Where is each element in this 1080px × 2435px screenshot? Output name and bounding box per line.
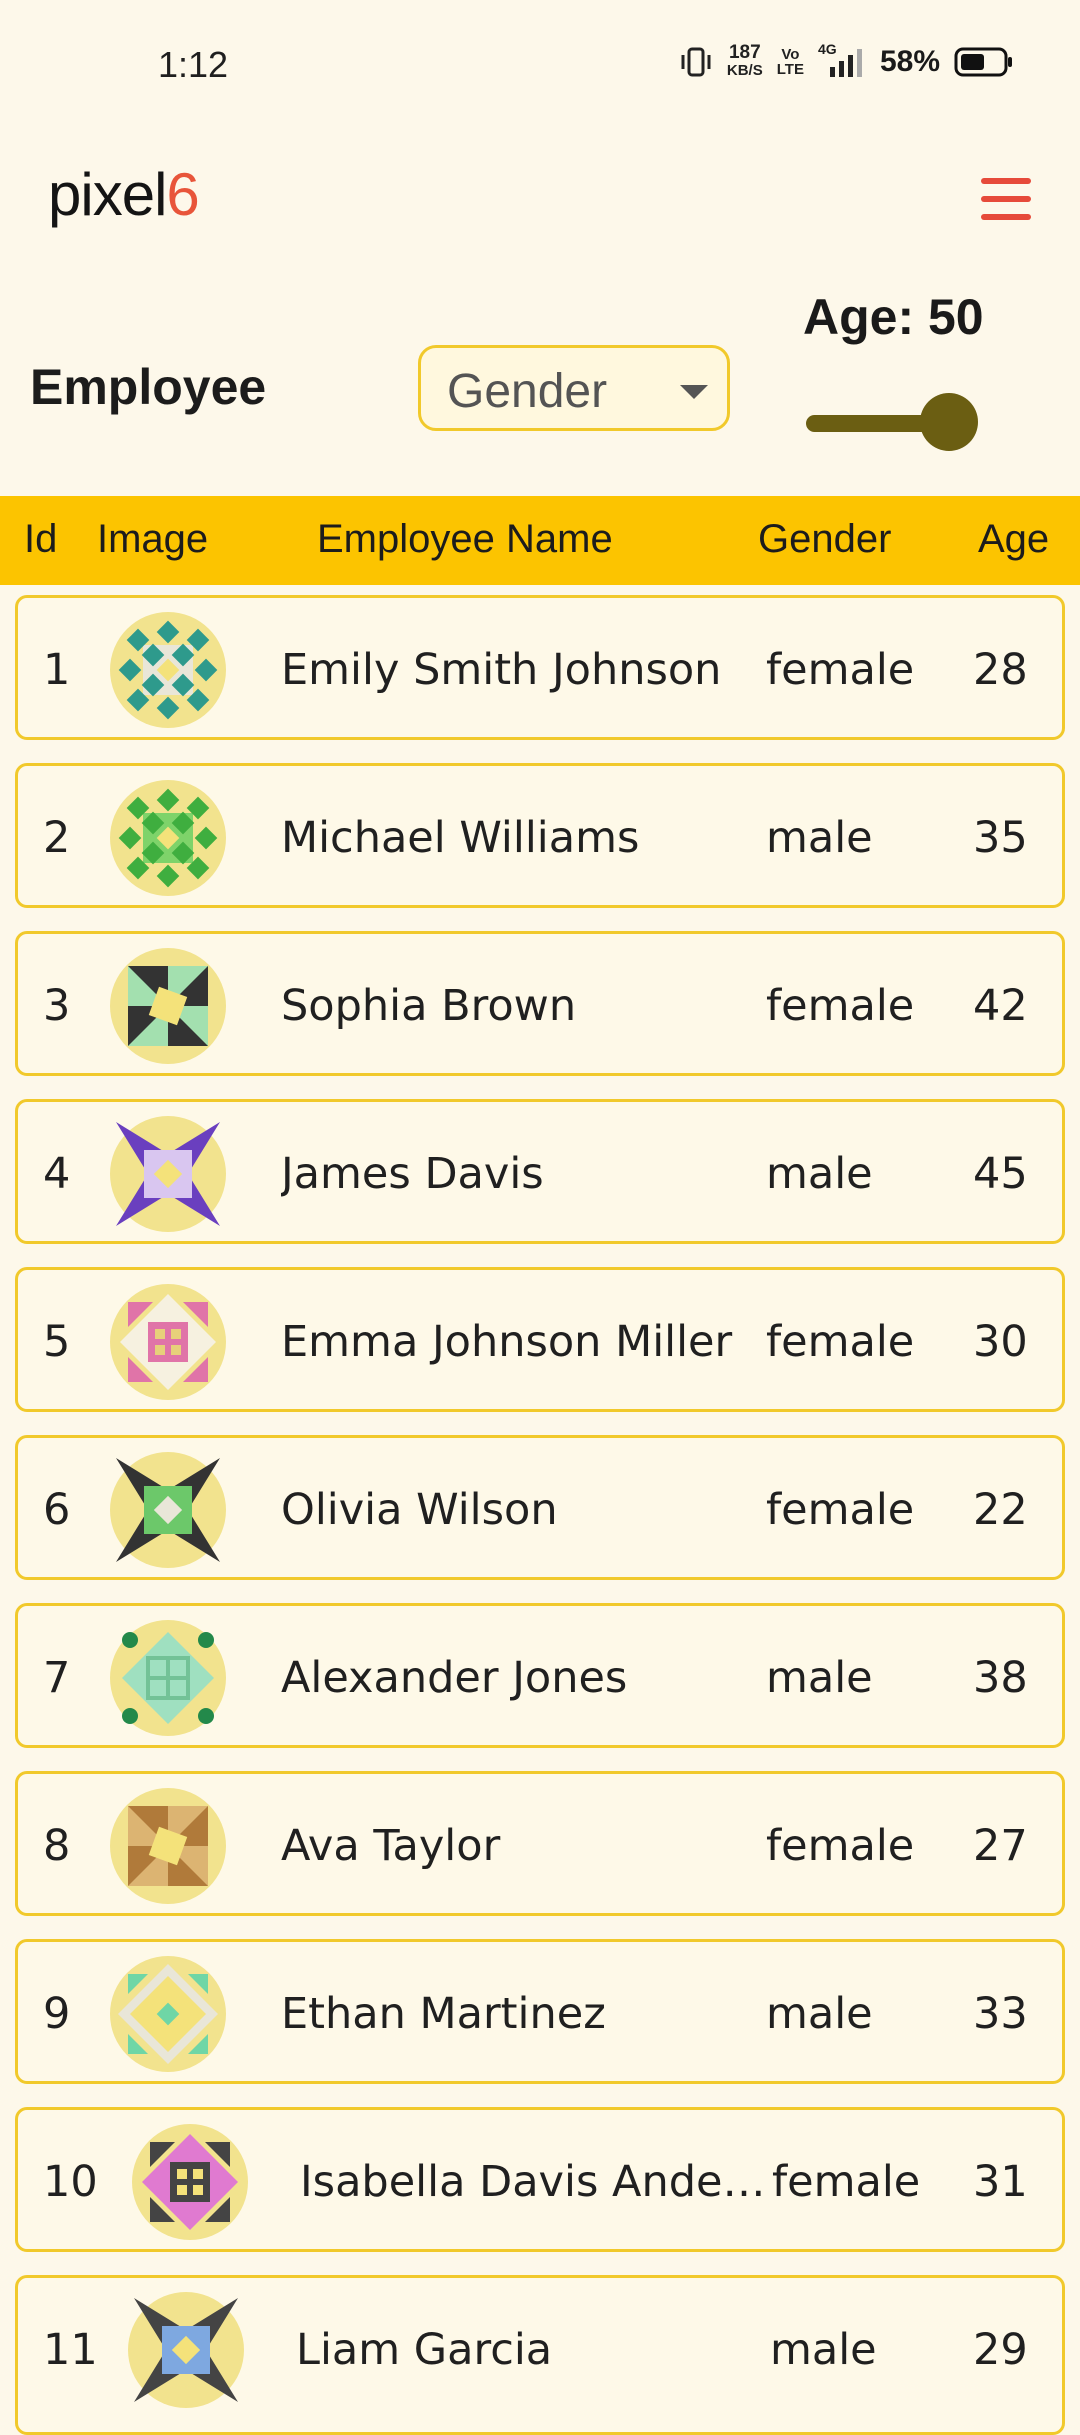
avatar bbox=[108, 1282, 228, 1402]
table-row[interactable]: 11 Liam Garcia male 29 bbox=[15, 2275, 1065, 2435]
row-age: 31 bbox=[973, 2157, 1028, 2207]
row-gender: female bbox=[766, 981, 915, 1031]
row-gender: female bbox=[766, 645, 915, 695]
row-employee-name: Isabella Davis Anderson bbox=[300, 2157, 770, 2207]
row-id: 11 bbox=[43, 2325, 98, 2375]
row-gender: male bbox=[766, 813, 873, 863]
row-id: 10 bbox=[43, 2157, 98, 2207]
row-age: 22 bbox=[973, 1485, 1028, 1535]
row-employee-name: Alexander Jones bbox=[281, 1653, 628, 1703]
row-id: 9 bbox=[43, 1989, 71, 2039]
row-gender: female bbox=[766, 1317, 915, 1367]
table-row[interactable]: 2 Michael Williams male 35 bbox=[15, 763, 1065, 908]
row-age: 28 bbox=[973, 645, 1028, 695]
slider-thumb[interactable] bbox=[920, 393, 978, 451]
column-header-gender: Gender bbox=[758, 517, 892, 561]
row-employee-name: Emma Johnson Miller bbox=[281, 1317, 733, 1367]
page-title: Employee bbox=[30, 359, 267, 415]
age-label: Age: 50 bbox=[803, 289, 984, 345]
row-gender: female bbox=[766, 1821, 915, 1871]
row-id: 7 bbox=[43, 1653, 71, 1703]
row-id: 1 bbox=[43, 645, 71, 695]
avatar bbox=[108, 1114, 228, 1234]
table-row[interactable]: 5 Emma Johnson Miller female 30 bbox=[15, 1267, 1065, 1412]
row-gender: female bbox=[766, 1485, 915, 1535]
column-header-age: Age bbox=[978, 517, 1050, 561]
row-employee-name: Ethan Martinez bbox=[281, 1989, 606, 2039]
table-row[interactable]: 1 Emily Smith Johnson female 28 bbox=[15, 595, 1065, 740]
row-gender: male bbox=[766, 1149, 873, 1199]
row-gender: male bbox=[766, 1653, 873, 1703]
row-age: 27 bbox=[973, 1821, 1028, 1871]
row-employee-name: Liam Garcia bbox=[296, 2325, 553, 2375]
status-icons: 187 KB/S Vo LTE 4G 58% bbox=[679, 41, 1014, 80]
net-speed: 187 KB/S bbox=[726, 42, 763, 79]
row-gender: male bbox=[770, 2325, 877, 2375]
avatar bbox=[108, 1450, 228, 1570]
avatar bbox=[108, 1618, 228, 1738]
row-employee-name: Michael Williams bbox=[281, 813, 640, 863]
table-row[interactable]: 7 Alexander Jones male 38 bbox=[15, 1603, 1065, 1748]
row-id: 8 bbox=[43, 1821, 71, 1871]
row-age: 38 bbox=[973, 1653, 1028, 1703]
column-header-id: Id bbox=[24, 517, 58, 561]
age-slider[interactable] bbox=[806, 393, 978, 453]
volte-indicator: Vo LTE bbox=[776, 46, 804, 78]
row-age: 35 bbox=[973, 813, 1028, 863]
table-row[interactable]: 10 Isabella Davis Anderson female 31 bbox=[15, 2107, 1065, 2252]
gender-dropdown-value: Gender bbox=[447, 365, 608, 418]
row-id: 5 bbox=[43, 1317, 71, 1367]
battery-icon bbox=[954, 46, 1014, 78]
avatar bbox=[108, 946, 228, 1066]
dropdown-caret-icon bbox=[680, 385, 708, 399]
status-bar: 1:12 187 KB/S Vo LTE 4G 58% bbox=[0, 0, 1080, 135]
avatar bbox=[108, 778, 228, 898]
signal-icon: 4G bbox=[818, 41, 866, 79]
table-row[interactable]: 6 Olivia Wilson female 22 bbox=[15, 1435, 1065, 1580]
row-id: 4 bbox=[43, 1149, 71, 1199]
column-header-image: Image bbox=[97, 517, 209, 561]
row-age: 42 bbox=[973, 981, 1028, 1031]
row-id: 6 bbox=[43, 1485, 71, 1535]
hamburger-menu-icon[interactable] bbox=[975, 174, 1037, 226]
table-row[interactable]: 4 James Davis male 45 bbox=[15, 1099, 1065, 1244]
avatar bbox=[108, 610, 228, 730]
row-employee-name: Ava Taylor bbox=[281, 1821, 501, 1871]
table-row[interactable]: 8 Ava Taylor female 27 bbox=[15, 1771, 1065, 1916]
avatar bbox=[108, 1786, 228, 1906]
row-id: 3 bbox=[43, 981, 71, 1031]
app-logo: pixel6 bbox=[48, 161, 200, 228]
status-time: 1:12 bbox=[158, 44, 229, 85]
table-row[interactable]: 3 Sophia Brown female 42 bbox=[15, 931, 1065, 1076]
avatar bbox=[130, 2122, 250, 2242]
row-age: 45 bbox=[973, 1149, 1028, 1199]
gender-dropdown[interactable]: Gender bbox=[418, 345, 730, 431]
row-gender: male bbox=[766, 1989, 873, 2039]
avatar bbox=[126, 2290, 246, 2410]
row-age: 30 bbox=[973, 1317, 1028, 1367]
row-gender: female bbox=[772, 2157, 921, 2207]
battery-percent: 58% bbox=[879, 45, 940, 78]
row-age: 29 bbox=[973, 2325, 1028, 2375]
table-header: Id Image Employee Name Gender Age bbox=[0, 496, 1080, 585]
row-id: 2 bbox=[43, 813, 71, 863]
row-employee-name: Olivia Wilson bbox=[281, 1485, 558, 1535]
row-employee-name: Emily Smith Johnson bbox=[281, 645, 722, 695]
column-header-name: Employee Name bbox=[317, 517, 613, 561]
row-employee-name: Sophia Brown bbox=[281, 981, 577, 1031]
table-row[interactable]: 9 Ethan Martinez male 33 bbox=[15, 1939, 1065, 2084]
avatar bbox=[108, 1954, 228, 2074]
row-employee-name: James Davis bbox=[281, 1149, 544, 1199]
vibrate-icon bbox=[679, 46, 713, 78]
row-age: 33 bbox=[973, 1989, 1028, 2039]
